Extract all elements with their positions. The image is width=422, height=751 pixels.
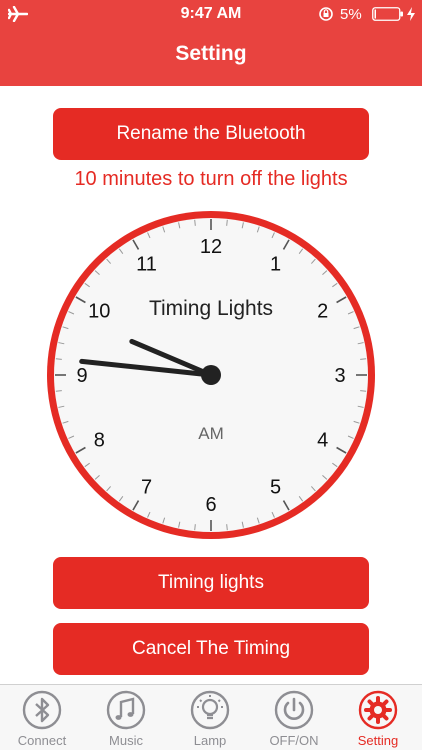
clock-number-6: 6 [205, 494, 216, 516]
tab-off-on[interactable]: OFF/ON [252, 685, 336, 751]
gear-icon [358, 690, 398, 730]
battery-percent: 5% [340, 6, 362, 23]
power-icon [274, 690, 314, 730]
minute-tick [194, 524, 196, 531]
tab-lamp[interactable]: Lamp [168, 685, 252, 751]
music-note-icon [106, 690, 146, 730]
clock-number-3: 3 [334, 365, 345, 387]
clock-number-9: 9 [76, 365, 87, 387]
cancel-timing-button[interactable]: Cancel The Timing [53, 623, 369, 675]
minute-tick [360, 358, 367, 360]
tab-label: Lamp [193, 733, 227, 748]
clock-number-12: 12 [200, 236, 222, 258]
clock-number-10: 10 [88, 301, 110, 323]
clock-number-8: 8 [94, 430, 105, 452]
timing-lights-button[interactable]: Timing lights [53, 557, 369, 609]
tab-label: Music [109, 733, 143, 748]
charging-bolt-icon [407, 7, 415, 21]
minute-tick [194, 219, 196, 226]
clock-dial[interactable]: 121234567891011 Timing Lights AM [41, 205, 381, 545]
tab-label: OFF/ON [269, 733, 319, 748]
tab-label: Connect [17, 733, 67, 748]
clock-center-pin [201, 365, 221, 385]
minute-tick [55, 390, 62, 392]
clock-number-5: 5 [270, 477, 281, 499]
minute-tick [226, 524, 228, 531]
minute-tick [226, 219, 228, 226]
tab-music[interactable]: Music [84, 685, 168, 751]
clock-label: Timing Lights [149, 297, 273, 320]
orientation-lock-icon [319, 7, 333, 21]
clock-number-4: 4 [317, 430, 328, 452]
tab-bar: Connect Music Lamp OFF/ON Setting [0, 684, 422, 750]
page-title: Setting [175, 42, 247, 65]
clock-period: AM [198, 424, 224, 443]
battery-icon [372, 7, 403, 21]
clock-number-11: 11 [136, 253, 157, 275]
status-bar: 9:47 AM 5% [0, 0, 422, 30]
lamp-icon [190, 690, 230, 730]
tab-setting[interactable]: Setting [336, 685, 420, 751]
bluetooth-icon [22, 690, 62, 730]
timer-status-text: 10 minutes to turn off the lights [74, 168, 348, 190]
clock-number-1: 1 [270, 253, 281, 275]
tab-label: Setting [357, 733, 399, 748]
header: 9:47 AM 5% Setting [0, 0, 422, 86]
clock-number-2: 2 [317, 301, 328, 323]
minute-tick [360, 390, 367, 392]
minute-tick [55, 358, 62, 360]
tab-connect[interactable]: Connect [0, 685, 84, 751]
clock-number-7: 7 [141, 477, 152, 499]
rename-bluetooth-button[interactable]: Rename the Bluetooth [53, 108, 369, 160]
